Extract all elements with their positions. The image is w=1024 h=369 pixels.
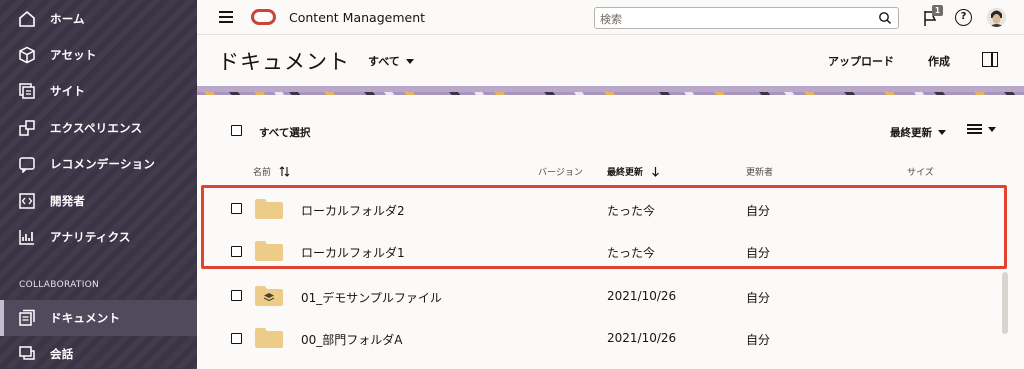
sidebar-item-developer[interactable]: 開発者 bbox=[0, 183, 197, 219]
upload-button[interactable]: アップロード bbox=[828, 53, 894, 69]
scrollbar[interactable] bbox=[1002, 272, 1008, 334]
search-input[interactable] bbox=[595, 9, 865, 30]
sort-toggle-icon bbox=[279, 166, 290, 177]
decorative-banner bbox=[197, 86, 1024, 95]
sidebar-item-label: ドキュメント bbox=[50, 311, 121, 325]
select-all-label: すべて選択 bbox=[259, 127, 311, 139]
select-all-checkbox[interactable] bbox=[231, 125, 242, 136]
updated-date: 2021/10/26 bbox=[607, 289, 677, 303]
section-label-collaboration: COLLABORATION bbox=[19, 280, 100, 290]
file-name[interactable]: ローカルフォルダ2 bbox=[301, 202, 405, 219]
sidebar-item-recommendations[interactable]: レコメンデーション bbox=[0, 146, 197, 182]
app-title: Content Management bbox=[289, 10, 426, 25]
filter-label: すべて bbox=[368, 55, 400, 68]
search-box bbox=[594, 7, 899, 30]
document-icon bbox=[18, 309, 36, 327]
updated-by: 自分 bbox=[746, 246, 771, 260]
file-name[interactable]: 01_デモサンプルファイル bbox=[301, 289, 442, 306]
cube-icon bbox=[18, 46, 36, 64]
top-bar: Content Management 1 ? bbox=[197, 0, 1024, 35]
sort-label: 最終更新 bbox=[890, 127, 932, 139]
row-checkbox[interactable] bbox=[231, 333, 242, 344]
help-icon[interactable]: ? bbox=[955, 9, 972, 26]
column-header-updated-by: 更新者 bbox=[746, 168, 774, 178]
create-button[interactable]: 作成 bbox=[928, 53, 950, 69]
sidebar-item-label: ホーム bbox=[50, 12, 85, 26]
table-row[interactable]: 00_部門フォルダA 2021/10/26 自分 bbox=[218, 317, 1008, 359]
chevron-down-icon bbox=[938, 130, 946, 135]
column-header-updated[interactable]: 最終更新 bbox=[607, 165, 660, 178]
recommendation-icon bbox=[18, 155, 36, 173]
filter-dropdown[interactable]: すべて bbox=[368, 53, 414, 69]
column-header-size: サイズ bbox=[907, 168, 934, 178]
row-checkbox[interactable] bbox=[231, 203, 242, 214]
row-checkbox[interactable] bbox=[231, 290, 242, 301]
sidebar-item-home[interactable]: ホーム bbox=[0, 1, 197, 37]
chevron-down-icon bbox=[405, 58, 414, 64]
sidebar-item-label: アセット bbox=[50, 48, 97, 62]
code-icon bbox=[18, 192, 36, 210]
sidebar-item-label: 会話 bbox=[50, 347, 74, 361]
folder-icon bbox=[255, 328, 283, 348]
analytics-icon bbox=[18, 228, 36, 246]
column-header-name[interactable]: 名前 bbox=[253, 165, 290, 178]
page-title: ドキュメント bbox=[218, 50, 350, 74]
sidebar-item-sites[interactable]: サイト bbox=[0, 73, 197, 109]
sidebar: ホーム アセット サイト エクスペリエンス レコメンデーション 開発者 アナリテ… bbox=[0, 0, 197, 369]
table-row[interactable]: ローカルフォルダ2 たった今 自分 bbox=[218, 188, 1008, 230]
sidebar-item-documents[interactable]: ドキュメント bbox=[0, 300, 197, 336]
sidebar-item-label: 開発者 bbox=[50, 194, 86, 208]
sidebar-item-conversations[interactable]: 会話 bbox=[0, 336, 197, 369]
sidebar-item-label: サイト bbox=[50, 84, 86, 98]
column-label: 最終更新 bbox=[607, 168, 644, 178]
updated-date: 2021/10/26 bbox=[607, 331, 677, 345]
notifications-button[interactable]: 1 bbox=[922, 5, 943, 27]
experience-icon bbox=[18, 119, 36, 137]
list-view-icon bbox=[967, 123, 982, 135]
column-header-version: バージョン bbox=[538, 168, 583, 178]
column-label: 名前 bbox=[253, 168, 272, 178]
folder-icon bbox=[255, 199, 283, 219]
file-name[interactable]: 00_部門フォルダA bbox=[301, 331, 402, 348]
avatar[interactable] bbox=[987, 8, 1006, 27]
updated-date: たった今 bbox=[607, 246, 656, 260]
updated-by: 自分 bbox=[746, 204, 771, 218]
chevron-down-icon bbox=[988, 126, 996, 132]
menu-icon[interactable] bbox=[219, 11, 233, 23]
view-mode-dropdown[interactable] bbox=[967, 123, 996, 135]
sidebar-item-experience[interactable]: エクスペリエンス bbox=[0, 110, 197, 146]
search-icon[interactable] bbox=[878, 11, 892, 25]
table-row[interactable]: ローカルフォルダ1 たった今 自分 bbox=[218, 230, 1008, 272]
conversation-icon bbox=[18, 345, 36, 363]
sidebar-item-analytics[interactable]: アナリティクス bbox=[0, 219, 197, 255]
row-checkbox[interactable] bbox=[231, 246, 242, 257]
table-row[interactable]: 01_デモサンプルファイル 2021/10/26 自分 bbox=[218, 275, 1008, 317]
folder-icon bbox=[255, 241, 283, 261]
home-icon bbox=[18, 10, 36, 28]
arrow-down-icon bbox=[652, 167, 659, 177]
sidebar-item-label: アナリティクス bbox=[50, 230, 131, 244]
file-name[interactable]: ローカルフォルダ1 bbox=[301, 244, 405, 261]
sort-dropdown[interactable]: 最終更新 bbox=[890, 125, 946, 140]
sites-icon bbox=[18, 82, 36, 100]
shared-folder-icon bbox=[255, 286, 283, 306]
updated-date: たった今 bbox=[607, 204, 656, 218]
updated-by: 自分 bbox=[746, 291, 771, 305]
sidebar-item-assets[interactable]: アセット bbox=[0, 37, 197, 73]
sidebar-item-label: レコメンデーション bbox=[50, 157, 156, 171]
oracle-logo bbox=[251, 9, 276, 25]
updated-by: 自分 bbox=[746, 333, 771, 347]
sidebar-item-label: エクスペリエンス bbox=[50, 121, 143, 135]
notification-badge: 1 bbox=[932, 5, 943, 16]
side-panel-icon[interactable] bbox=[982, 52, 998, 67]
